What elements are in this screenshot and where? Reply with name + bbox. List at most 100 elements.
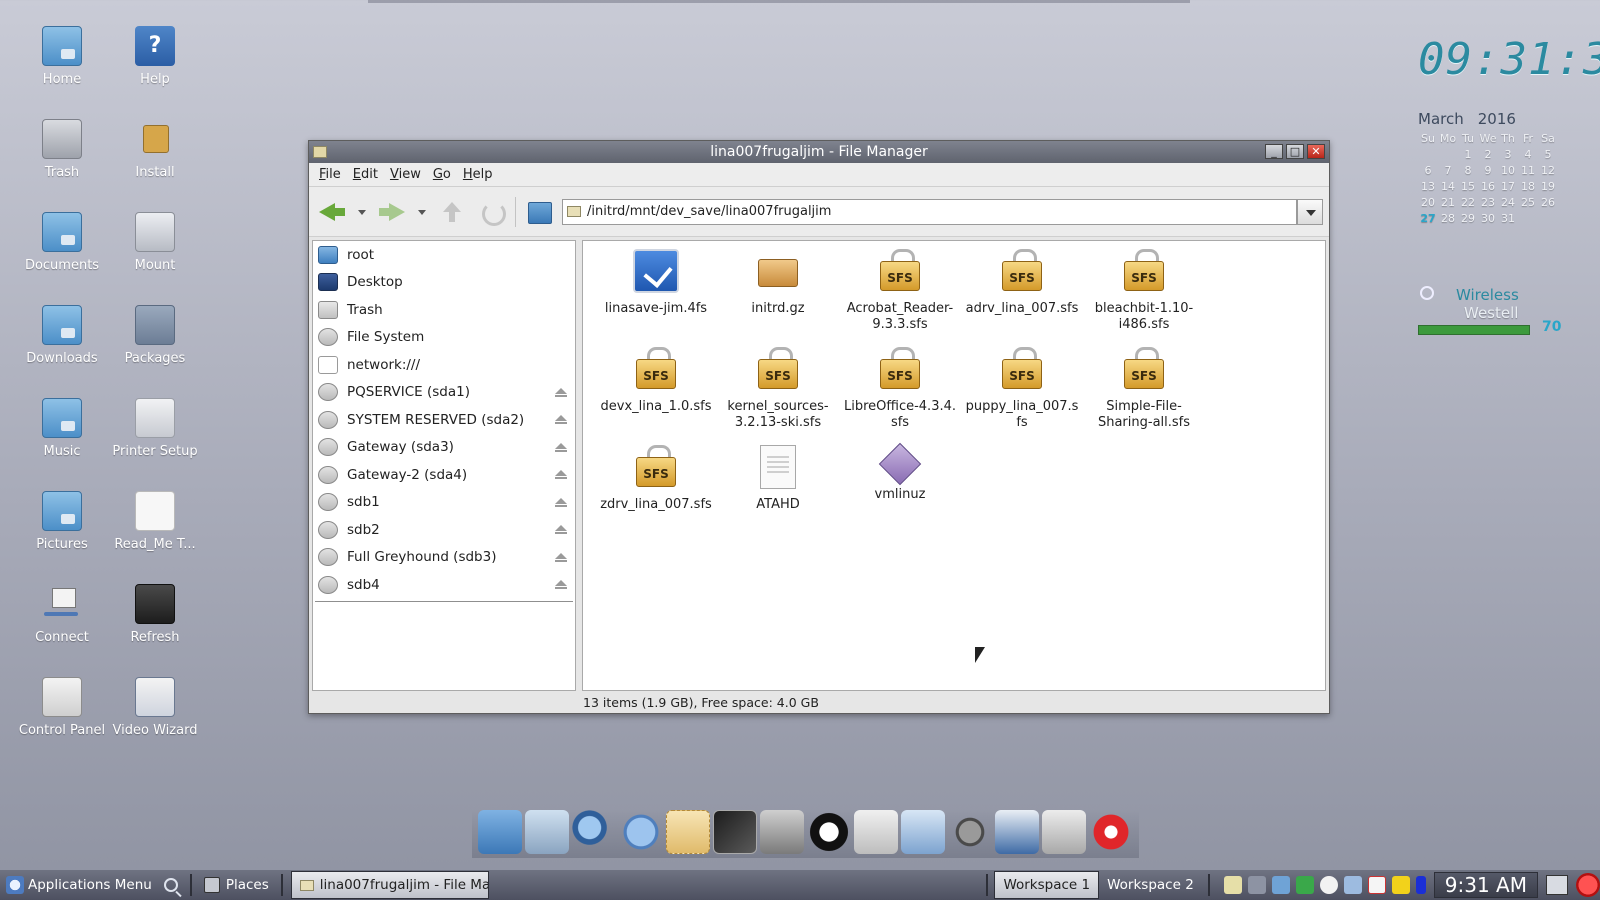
- image-viewer-launcher-icon[interactable]: [525, 810, 569, 854]
- sidebar-item-gateway-sda3[interactable]: Gateway (sda3): [313, 434, 575, 462]
- close-button[interactable]: ✕: [1307, 144, 1325, 159]
- sidebar-item-sdb4[interactable]: sdb4: [313, 571, 575, 599]
- desktop-icon-control-panel[interactable]: Control Panel: [16, 677, 108, 738]
- desktop-icon-documents[interactable]: Documents: [16, 212, 108, 273]
- sidebar-item-gateway-2-sda4[interactable]: Gateway-2 (sda4): [313, 461, 575, 489]
- terminal-launcher-icon[interactable]: [713, 810, 757, 854]
- menu-help[interactable]: Help: [457, 167, 499, 182]
- power-launcher-icon[interactable]: [1089, 810, 1133, 854]
- mail-launcher-icon[interactable]: [666, 810, 710, 854]
- desktop-icon-trash[interactable]: Trash: [16, 119, 108, 180]
- file-transfer-launcher-icon[interactable]: [995, 810, 1039, 854]
- drawing-launcher-icon[interactable]: [901, 810, 945, 854]
- forward-history-dropdown[interactable]: [415, 196, 429, 228]
- back-history-dropdown[interactable]: [355, 196, 369, 228]
- connection-tray-icon[interactable]: [1343, 876, 1362, 894]
- menu-file[interactable]: File: [313, 167, 347, 182]
- back-button[interactable]: [315, 196, 349, 228]
- forward-button[interactable]: [375, 196, 409, 228]
- sidebar-item-network[interactable]: network:///: [313, 351, 575, 379]
- sidebar-item-sdb2[interactable]: sdb2: [313, 516, 575, 544]
- workspace-1-button[interactable]: Workspace 1: [994, 871, 1100, 899]
- sidebar-item-file-system[interactable]: File System: [313, 324, 575, 352]
- file-item[interactable]: SFS LibreOffice-4.3.4. sfs: [839, 347, 961, 431]
- file-item[interactable]: SFS adrv_lina_007.sfs: [961, 249, 1083, 333]
- memory-tray-icon[interactable]: [1295, 876, 1314, 894]
- sidebar-item-full-greyhound-sdb3[interactable]: Full Greyhound (sdb3): [313, 544, 575, 572]
- sidebar-item-root[interactable]: root: [313, 241, 575, 269]
- power-tray-icon[interactable]: [1391, 876, 1410, 894]
- sidebar-item-system-reserved-sda2[interactable]: SYSTEM RESERVED (sda2): [313, 406, 575, 434]
- desktop-icon-downloads[interactable]: Downloads: [16, 305, 108, 366]
- show-desktop-icon[interactable]: [1546, 875, 1568, 895]
- file-item[interactable]: SFS bleachbit-1.10- i486.sfs: [1083, 249, 1205, 333]
- sidebar-item-sdb1[interactable]: sdb1: [313, 489, 575, 517]
- file-item[interactable]: initrd.gz: [717, 249, 839, 333]
- battery-tray-icon[interactable]: [1415, 876, 1426, 894]
- menu-go[interactable]: Go: [427, 167, 457, 182]
- file-item[interactable]: vmlinuz: [839, 442, 961, 513]
- file-view[interactable]: linasave-jim.4fs initrd.gz SFS Acrobat_Read…: [582, 240, 1326, 691]
- desktop-icon-pictures[interactable]: Pictures: [16, 491, 108, 552]
- taskbar-clock[interactable]: 9:31 AM: [1433, 872, 1538, 898]
- desktop-icon-home[interactable]: Home: [16, 26, 108, 87]
- volume-tray-icon[interactable]: [1247, 876, 1266, 894]
- location-bar[interactable]: /initrd/mnt/dev_save/lina007frugaljim: [562, 198, 1297, 225]
- location-dropdown[interactable]: [1297, 198, 1323, 225]
- home-launcher-icon[interactable]: [478, 810, 522, 854]
- gimp-launcher-icon[interactable]: [948, 810, 992, 854]
- sidebar-item-pqservice-sda1[interactable]: PQSERVICE (sda1): [313, 379, 575, 407]
- eject-icon[interactable]: [555, 387, 567, 398]
- maximize-button[interactable]: □: [1286, 144, 1304, 159]
- applications-menu-button[interactable]: Applications Menu: [0, 870, 158, 900]
- file-item[interactable]: SFS Simple-File- Sharing-all.sfs: [1083, 347, 1205, 431]
- menu-view[interactable]: View: [384, 167, 427, 182]
- eject-icon[interactable]: [555, 442, 567, 453]
- places-button[interactable]: Places: [198, 870, 275, 900]
- eject-icon[interactable]: [555, 415, 567, 425]
- eject-icon[interactable]: [555, 470, 567, 480]
- eject-icon[interactable]: [555, 497, 567, 508]
- sidebar-item-desktop[interactable]: Desktop: [313, 269, 575, 297]
- window-titlebar[interactable]: lina007frugaljim - File Manager _ □ ✕: [309, 141, 1329, 163]
- sidebar-item-trash[interactable]: Trash: [313, 296, 575, 324]
- file-item[interactable]: SFS puppy_lina_007.s fs: [961, 347, 1083, 431]
- file-item[interactable]: linasave-jim.4fs: [595, 249, 717, 333]
- desktop-icon-refresh[interactable]: Refresh: [109, 584, 201, 645]
- task-button-file-manager[interactable]: lina007frugaljim - File Ma...: [290, 871, 489, 899]
- text-editor-launcher-icon[interactable]: [854, 810, 898, 854]
- clock-tray-icon[interactable]: [1319, 876, 1338, 894]
- network-tray-icon[interactable]: [1271, 876, 1290, 894]
- desktop-icon-packages[interactable]: Packages: [109, 305, 201, 366]
- desktop-icon-mount[interactable]: Mount: [109, 212, 201, 273]
- notes-tray-icon[interactable]: [1223, 876, 1242, 894]
- eject-icon[interactable]: [555, 525, 567, 535]
- audio-launcher-icon[interactable]: [807, 810, 851, 854]
- menu-edit[interactable]: Edit: [347, 167, 384, 182]
- eject-icon[interactable]: [555, 580, 567, 590]
- minimize-button[interactable]: _: [1265, 144, 1283, 159]
- file-item[interactable]: SFS kernel_sources- 3.2.13-ski.sfs: [717, 347, 839, 431]
- calendar-tray-icon[interactable]: [1367, 876, 1386, 894]
- desktop-icon-read-me-t[interactable]: Read_Me T...: [109, 491, 201, 552]
- desktop-icon-video-wizard[interactable]: Video Wizard: [109, 677, 201, 738]
- file-item[interactable]: SFS zdrv_lina_007.sfs: [595, 445, 717, 513]
- eject-icon[interactable]: [555, 552, 567, 563]
- home-button[interactable]: [522, 196, 556, 228]
- media-player-launcher-icon[interactable]: [760, 810, 804, 854]
- workspace-2-button[interactable]: Workspace 2: [1099, 871, 1202, 899]
- shutdown-icon[interactable]: [1576, 873, 1600, 897]
- desktop-icon-install[interactable]: Install: [109, 119, 201, 180]
- browser-launcher-icon[interactable]: [619, 810, 663, 854]
- desktop-icon-printer-setup[interactable]: Printer Setup: [109, 398, 201, 459]
- search-launcher-icon[interactable]: [572, 810, 616, 854]
- keyboard-launcher-icon[interactable]: [1042, 810, 1086, 854]
- file-item[interactable]: SFS devx_lina_1.0.sfs: [595, 347, 717, 431]
- reload-button[interactable]: [475, 196, 509, 228]
- file-item[interactable]: SFS Acrobat_Reader- 9.3.3.sfs: [839, 249, 961, 333]
- file-item[interactable]: ATAHD: [717, 445, 839, 513]
- search-button[interactable]: [158, 870, 184, 900]
- desktop-icon-connect[interactable]: Connect: [16, 584, 108, 645]
- parent-folder-button[interactable]: [435, 196, 469, 228]
- desktop-icon-help[interactable]: ? Help: [109, 26, 201, 87]
